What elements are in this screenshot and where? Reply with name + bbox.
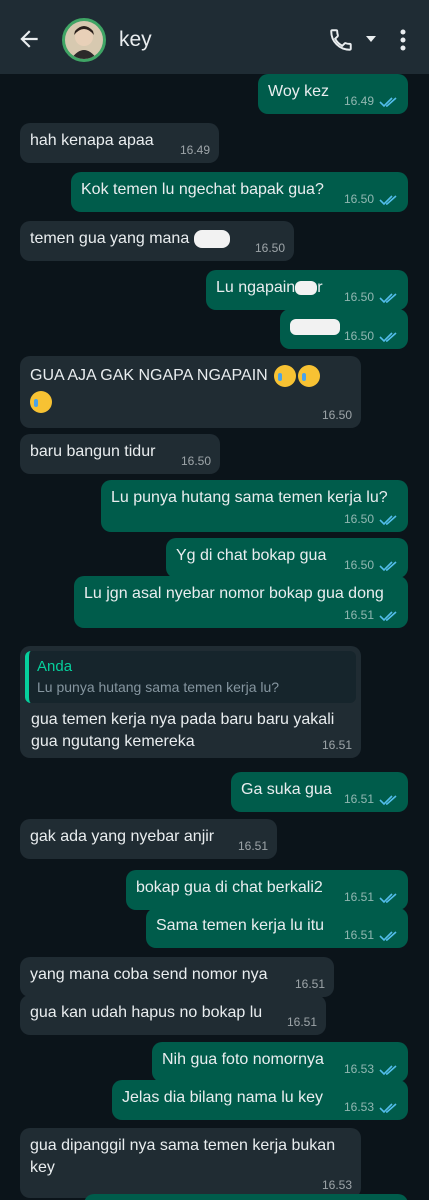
message-time: 16.49 [343,94,374,108]
message-text: Kok temen lu ngechat bapak gua? [81,181,324,198]
message-outgoing[interactable]: Kok temen lu ngechat bapak gua? 16.50 [71,172,408,212]
message-incoming[interactable]: baru bangun tidur 16.50 [20,434,220,474]
read-receipt-icon [379,561,397,572]
message-text: Ga suka gua [241,781,332,798]
message-time: 16.50 [254,241,285,255]
message-incoming[interactable]: gak ada yang nyebar anjir 16.51 [20,819,277,859]
message-incoming[interactable]: hah kenapa apaa 16.49 [20,123,219,163]
message-outgoing[interactable]: Jelas dia bilang nama lu key 16.53 [112,1080,408,1120]
read-receipt-icon [379,611,397,622]
message-text-end: r [317,279,323,296]
read-receipt-icon [379,332,397,343]
message-time: 16.53 [321,1178,352,1192]
message-text: Yg di chat bokap gua [176,547,327,564]
message-time: 16.50 [343,329,374,343]
message-text-line: gua ngutang kemereka [31,733,195,750]
message-text: hah kenapa apaa [30,132,154,149]
read-receipt-icon [379,195,397,206]
message-time: 16.53 [343,1100,374,1114]
back-arrow-icon[interactable] [16,26,42,52]
chat-area[interactable]: Woy kez 16.49 hah kenapa apaa 16.49 Kok … [0,74,429,1200]
phone-icon[interactable] [328,27,354,53]
crying-emoji-icon [30,391,52,414]
message-outgoing[interactable] [84,1194,408,1200]
read-receipt-icon [379,293,397,304]
read-receipt-icon [379,795,397,806]
message-text: Jelas dia bilang nama lu key [122,1089,324,1106]
message-time: 16.51 [286,1015,317,1029]
message-text: Woy kez [268,83,330,100]
message-incoming[interactable]: temen gua yang mana 16.50 [20,221,294,261]
message-time: 16.51 [343,608,374,622]
quoted-message[interactable]: Anda Lu punya hutang sama temen kerja lu… [25,651,356,703]
message-outgoing[interactable]: Yg di chat bokap gua 16.50 [166,538,408,578]
crying-emoji-icon [274,365,297,387]
message-time: 16.51 [237,839,268,853]
read-receipt-icon [379,97,397,108]
message-incoming-reply[interactable]: Anda Lu punya hutang sama temen kerja lu… [20,646,361,758]
message-text: gak ada yang nyebar anjir [30,828,215,845]
read-receipt-icon [379,931,397,942]
message-outgoing[interactable]: Lu punya hutang sama temen kerja lu? 16.… [101,480,408,532]
message-incoming[interactable]: gua kan udah hapus no bokap lu 16.51 [20,995,326,1035]
message-outgoing[interactable]: Sama temen kerja lu itu 16.51 [146,908,408,948]
message-text: baru bangun tidur [30,443,156,460]
message-text-line: key [30,1159,55,1176]
avatar[interactable] [62,18,106,62]
message-text-line: gua dipanggil nya sama temen kerja bukan [30,1137,336,1154]
message-outgoing[interactable]: bokap gua di chat berkali2 16.51 [126,870,408,910]
message-text: bokap gua di chat berkali2 [136,879,323,896]
message-time: 16.51 [321,738,352,752]
message-outgoing[interactable]: 16.50 [280,309,408,349]
message-text: GUA AJA GAK NGAPA NGAPAIN [30,367,268,385]
message-incoming[interactable]: GUA AJA GAK NGAPA NGAPAIN 16.50 [20,356,361,428]
message-outgoing[interactable]: Ga suka gua 16.51 [231,772,408,812]
message-outgoing[interactable]: Nih gua foto nomornya 16.53 [152,1042,408,1082]
message-text: Lu ngapain [216,279,296,296]
quote-text: Lu punya hutang sama temen kerja lu? [37,679,280,695]
message-text: Lu punya hutang sama temen kerja lu? [111,489,388,506]
message-text-line: gua temen kerja nya pada baru baru yakal… [31,711,335,728]
chevron-down-icon[interactable] [364,33,378,45]
message-outgoing[interactable]: Lu ngapain r 16.50 [206,270,408,310]
message-time: 16.49 [179,143,210,157]
message-time: 16.50 [343,192,374,206]
message-text: Lu jgn asal nyebar nomor bokap gua dong [84,585,384,602]
read-receipt-icon [379,893,397,904]
message-time: 16.53 [343,1062,374,1076]
message-time: 16.50 [180,454,211,468]
message-time: 16.51 [343,792,374,806]
read-receipt-icon [379,1103,397,1114]
read-receipt-icon [379,515,397,526]
message-incoming[interactable]: yang mana coba send nomor nya 16.51 [20,957,334,997]
message-outgoing[interactable]: Lu jgn asal nyebar nomor bokap gua dong … [74,576,408,628]
scribble-redaction [295,280,318,295]
message-incoming[interactable]: gua dipanggil nya sama temen kerja bukan… [20,1128,361,1198]
message-text: temen gua yang mana [30,230,190,247]
message-time: 16.50 [343,512,374,526]
message-time: 16.50 [343,290,374,304]
more-options-icon[interactable] [398,27,408,53]
scribble-redaction [290,318,340,335]
message-time: 16.51 [343,890,374,904]
scribble-redaction [193,229,230,248]
message-outgoing[interactable]: Woy kez 16.49 [258,74,408,114]
chat-header: key [0,0,429,74]
read-receipt-icon [379,1065,397,1076]
message-time: 16.50 [321,408,352,422]
contact-name[interactable]: key [119,28,152,52]
message-text: Nih gua foto nomornya [162,1051,324,1068]
message-text: Sama temen kerja lu itu [156,917,325,934]
message-time: 16.51 [343,928,374,942]
message-text: yang mana coba send nomor nya [30,966,268,983]
quote-author: Anda [37,658,73,675]
message-time: 16.50 [343,558,374,572]
message-text: gua kan udah hapus no bokap lu [30,1004,263,1021]
crying-emoji-icon [298,365,321,387]
message-time: 16.51 [294,977,325,991]
